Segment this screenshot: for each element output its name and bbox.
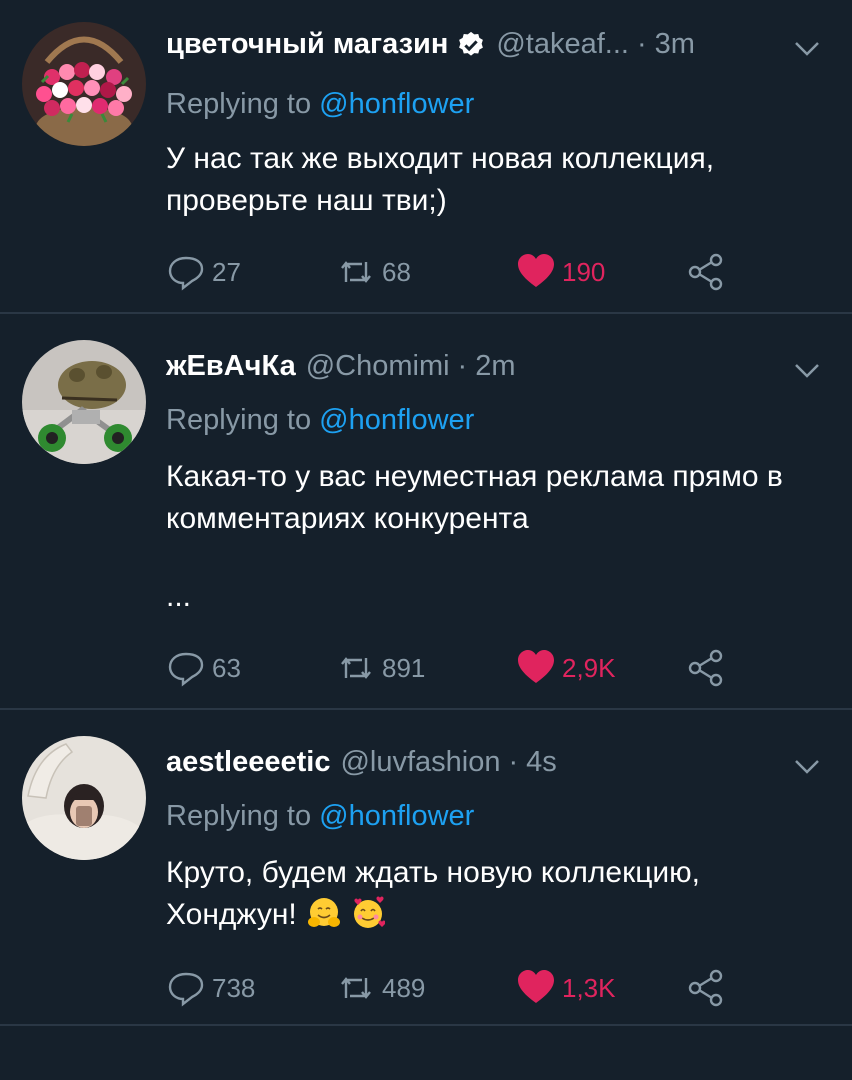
timestamp[interactable]: 2m — [475, 350, 515, 383]
reply-count: 27 — [212, 256, 241, 287]
username[interactable]: @takeaf... — [496, 28, 629, 61]
mention-link[interactable]: @honflower — [319, 88, 474, 120]
heart-icon — [518, 254, 554, 287]
separator-dot: · — [457, 350, 468, 382]
replying-to: Replying to @honflower — [166, 404, 474, 437]
reply-icon — [168, 972, 204, 1007]
reply-button[interactable]: 27 — [166, 252, 241, 292]
share-icon — [688, 253, 723, 291]
retweet-icon — [341, 657, 371, 679]
tweet[interactable]: цветочный магазин @takeaf... · 3m Replyi… — [0, 0, 852, 314]
verified-icon — [459, 31, 484, 56]
heart-icon — [518, 970, 554, 1003]
reply-count: 738 — [212, 972, 256, 1003]
share-button[interactable] — [686, 968, 732, 1008]
separator-dot: · — [508, 746, 519, 778]
tweet-text-ellipsis: ... — [166, 580, 192, 613]
avatar-girl-image — [22, 736, 146, 860]
share-button[interactable] — [686, 648, 732, 688]
share-button[interactable] — [686, 252, 732, 292]
avatar[interactable] — [22, 340, 146, 464]
tweet-actions: 63 891 2,9K — [166, 648, 766, 688]
username[interactable]: @luvfashion — [340, 746, 500, 779]
retweet-count: 68 — [382, 256, 411, 287]
avatar-flowers-image — [22, 22, 146, 146]
like-button[interactable]: 1,3K — [516, 968, 616, 1008]
replying-to: Replying to @honflower — [166, 88, 474, 121]
replying-label: Replying to — [166, 404, 320, 436]
retweet-icon — [341, 977, 371, 999]
reply-count: 63 — [212, 652, 241, 683]
tweet[interactable]: жЕвАчКа @Chomimi · 2m Replying to @honfl… — [0, 314, 852, 710]
timeline: цветочный магазин @takeaf... · 3m Replyi… — [0, 0, 852, 1080]
like-button[interactable]: 190 — [516, 252, 605, 292]
reply-icon — [168, 652, 204, 687]
chevron-down-icon[interactable] — [792, 360, 822, 382]
tweet-actions: 27 68 190 — [166, 252, 766, 292]
replying-label: Replying to — [166, 800, 320, 832]
username[interactable]: @Chomimi — [306, 350, 450, 383]
like-button[interactable]: 2,9K — [516, 648, 616, 688]
replying-label: Replying to — [166, 88, 320, 120]
reply-button[interactable]: 738 — [166, 968, 255, 1008]
tweet-header: жЕвАчКа @Chomimi · 2m — [166, 350, 822, 383]
mention-link[interactable]: @honflower — [319, 800, 474, 832]
timestamp[interactable]: 4s — [526, 746, 557, 779]
tweet[interactable]: aestleeeetic @luvfashion · 4s Replying t… — [0, 710, 852, 1026]
avatar-frog-image — [22, 340, 146, 464]
retweet-count: 891 — [382, 652, 426, 683]
tweet-text: У нас так же выходит новая коллекция, пр… — [166, 142, 715, 217]
retweet-count: 489 — [382, 972, 426, 1003]
retweet-button[interactable]: 489 — [336, 968, 425, 1008]
tweet-text: Какая-то у вас неуместная реклама прямо … — [166, 460, 783, 535]
share-icon — [688, 649, 723, 687]
replying-to: Replying to @honflower — [166, 800, 474, 833]
retweet-icon — [341, 261, 371, 283]
avatar[interactable] — [22, 22, 146, 146]
display-name[interactable]: aestleeeetic — [166, 746, 330, 779]
smiling-hearts-emoji — [354, 896, 386, 928]
tweet-actions: 738 489 1,3K — [166, 968, 766, 1008]
retweet-button[interactable]: 68 — [336, 252, 411, 292]
mention-link[interactable]: @honflower — [319, 404, 474, 436]
like-count: 1,3K — [562, 972, 616, 1003]
retweet-button[interactable]: 891 — [336, 648, 425, 688]
tweet-text-block: Круто, будем ждать новую коллекцию, Хонд… — [166, 852, 832, 936]
like-count: 190 — [562, 256, 606, 287]
display-name[interactable]: жЕвАчКа — [166, 350, 296, 383]
avatar[interactable] — [22, 736, 146, 860]
tweet-header: aestleeeetic @luvfashion · 4s — [166, 746, 822, 779]
chevron-down-icon[interactable] — [792, 756, 822, 778]
reply-button[interactable]: 63 — [166, 648, 241, 688]
display-name[interactable]: цветочный магазин — [166, 28, 448, 61]
tweet-header: цветочный магазин @takeaf... · 3m — [166, 28, 822, 61]
share-icon — [688, 969, 723, 1007]
like-count: 2,9K — [562, 652, 616, 683]
chevron-down-icon[interactable] — [792, 38, 822, 60]
heart-icon — [518, 650, 554, 683]
separator-dot: · — [636, 28, 647, 60]
timestamp[interactable]: 3m — [655, 28, 695, 61]
reply-icon — [168, 256, 204, 291]
tweet-text: Круто, будем ждать новую коллекцию, Хонд… — [166, 856, 701, 931]
hugging-face-emoji — [308, 898, 341, 927]
